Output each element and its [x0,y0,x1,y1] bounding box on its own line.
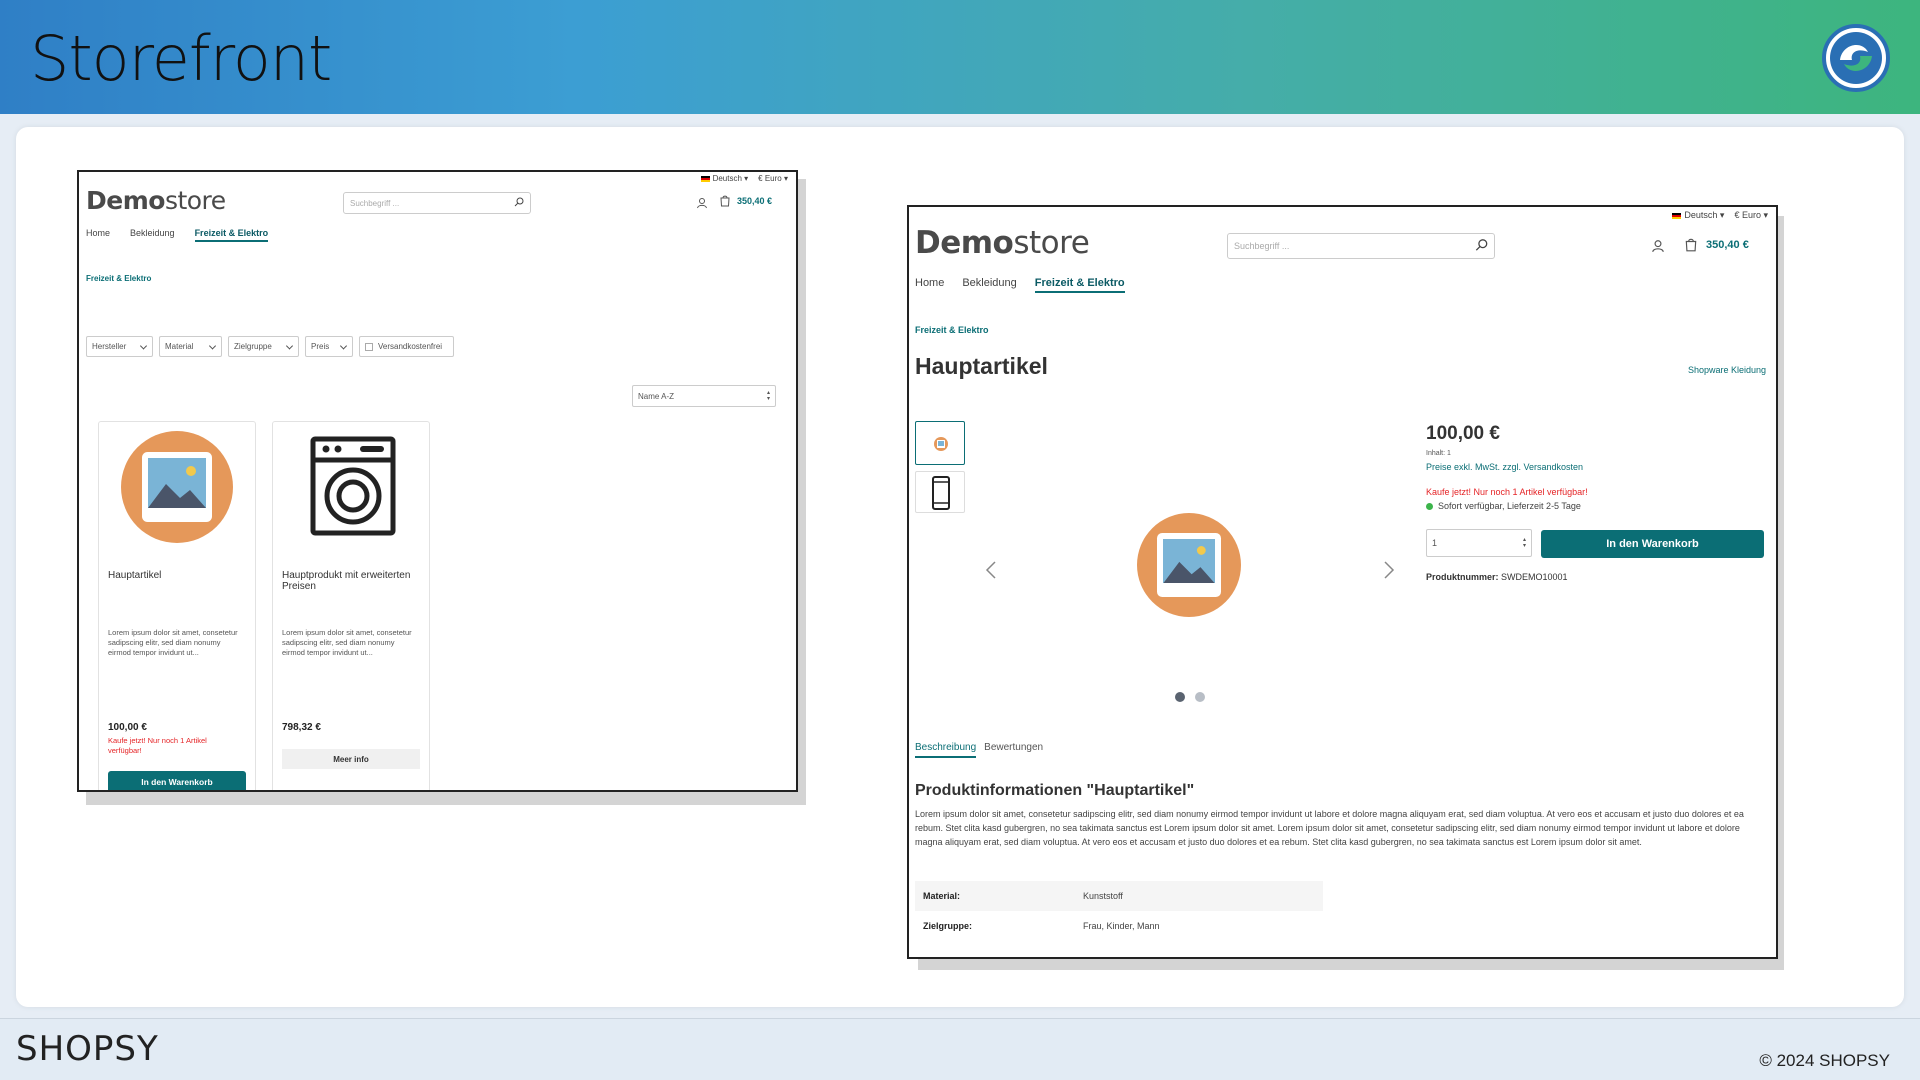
filter-zielgruppe[interactable]: Zielgruppe [228,336,299,357]
detail-screenshot: Deutsch ▾ € Euro ▾ Demostore Suchbegriff… [907,205,1778,959]
delivery-info: Sofort verfügbar, Lieferzeit 2-5 Tage [1426,501,1581,511]
main-nav: Home Bekleidung Freizeit & Elektro [915,277,1125,293]
store-logo[interactable]: Demostore [915,225,1090,261]
stock-warning: Kaufe jetzt! Nur noch 1 Artikel verfügba… [1426,487,1588,497]
search-input[interactable]: Suchbegriff ... [343,192,531,214]
filter-hersteller[interactable]: Hersteller [86,336,153,357]
currency-switcher[interactable]: € Euro ▾ [758,174,788,183]
detail-topbar: Deutsch ▾ € Euro ▾ [1672,210,1768,221]
thumbnail-1[interactable] [915,421,965,465]
add-to-cart-button[interactable]: In den Warenkorb [108,771,246,790]
checkbox[interactable] [365,342,373,351]
nav-home[interactable]: Home [915,277,944,293]
cart-button[interactable]: 350,40 € [1684,238,1749,252]
cart-icon [720,195,730,207]
product-card[interactable]: Hauptprodukt mit erweiterten Preisen Lor… [272,421,430,790]
tab-bewertungen[interactable]: Bewertungen [984,742,1043,758]
language-switcher[interactable]: Deutsch ▾ [1672,210,1724,221]
slide-title: Storefront [30,22,332,95]
currency-switcher[interactable]: € Euro ▾ [1734,210,1768,221]
content-amount: Inhalt: 1 [1426,450,1451,457]
nav-freizeit-elektro[interactable]: Freizeit & Elektro [1034,277,1125,293]
slide-footer: SHOPSY © 2024 SHOPSY [0,1018,1920,1080]
search-icon[interactable] [1475,239,1488,254]
chevron-down-icon [285,341,294,350]
product-price: 798,32 € [282,722,321,733]
product-title: Hauptartikel [915,353,1048,379]
listing-screenshot: Deutsch ▾ € Euro ▾ Demostore Suchbegriff… [77,170,798,792]
filter-versandkostenfrei[interactable]: Versandkostenfrei [359,336,454,357]
filter-preis[interactable]: Preis [305,336,353,357]
add-to-cart-button[interactable]: In den Warenkorb [1541,530,1764,558]
product-image-icon[interactable] [1137,513,1241,617]
chevron-down-icon [139,341,148,350]
product-name[interactable]: Hauptprodukt mit erweiterten Preisen [282,570,422,592]
detail-tabs: Beschreibung Bewertungen [915,742,1043,758]
gallery-dot-active[interactable] [1175,692,1185,702]
account-icon[interactable] [696,196,708,214]
property-row: Zielgruppe: Frau, Kinder, Mann [923,921,1160,931]
product-name[interactable]: Hauptartikel [108,570,161,581]
search-icon[interactable] [514,197,524,209]
german-flag-icon [700,175,710,182]
gallery-next-icon[interactable] [1383,561,1395,584]
stock-warning: Kaufe jetzt! Nur noch 1 Artikel verfügba… [108,736,207,755]
shopsy-logo-icon [1822,24,1890,92]
main-nav: Home Bekleidung Freizeit & Elektro [86,228,269,242]
placeholder-image-icon [934,437,948,451]
chevron-down-icon [339,341,348,350]
copyright: © 2024 SHOPSY [1759,1051,1890,1070]
filter-material[interactable]: Material [159,336,222,357]
product-card[interactable]: Hauptartikel Lorem ipsum dolor sit amet,… [98,421,256,790]
cart-button[interactable]: 350,40 € [719,195,772,207]
language-switcher[interactable]: Deutsch ▾ [700,174,748,183]
nav-bekleidung[interactable]: Bekleidung [130,228,175,242]
more-info-button[interactable]: Meer info [282,749,420,769]
sort-arrows-icon: ▴ ▾ [766,390,770,402]
quantity-select[interactable]: 1 ▴ ▾ [1426,529,1532,557]
properties-table: Material: Kunststoff Zielgruppe: Frau, K… [915,881,1323,941]
manufacturer-link[interactable]: Shopware Kleidung [1688,365,1766,375]
availability-dot-icon [1426,502,1433,510]
german-flag-icon [1672,212,1682,219]
gallery-prev-icon[interactable] [985,561,997,584]
property-row: Material: Kunststoff [915,881,1323,911]
search-input[interactable]: Suchbegriff ... [1227,233,1495,259]
placeholder-image-icon[interactable] [121,431,233,543]
listing-topbar: Deutsch ▾ € Euro ▾ [700,174,788,183]
sort-select[interactable]: Name A-Z ▴ ▾ [632,385,776,407]
store-logo[interactable]: Demostore [86,186,226,215]
slide-header: Storefront [0,0,1920,114]
phone-icon [932,476,950,510]
tab-beschreibung[interactable]: Beschreibung [915,742,977,758]
washing-machine-icon[interactable] [310,436,396,541]
nav-bekleidung[interactable]: Bekleidung [962,277,1016,293]
product-price: 100,00 € [108,722,147,733]
gallery-dot[interactable] [1195,692,1205,702]
quantity-arrows-icon: ▴ ▾ [1522,537,1526,549]
product-price: 100,00 € [1426,423,1500,444]
nav-freizeit-elektro[interactable]: Freizeit & Elektro [194,228,269,242]
product-description: Lorem ipsum dolor sit amet, consetetur s… [282,628,412,658]
chevron-down-icon [208,341,217,350]
footer-logo: SHOPSY [16,1029,159,1069]
info-heading: Produktinformationen "Hauptartikel" [915,782,1195,799]
product-description: Lorem ipsum dolor sit amet, consetetur s… [108,628,238,658]
thumbnail-2[interactable] [915,471,965,513]
nav-home[interactable]: Home [86,228,110,242]
cart-icon [1685,238,1697,252]
product-number: Produktnummer: SWDEMO10001 [1426,572,1568,582]
product-description: Lorem ipsum dolor sit amet, consetetur s… [915,809,1744,847]
account-icon[interactable] [1651,239,1665,258]
tax-note-link[interactable]: Preise exkl. MwSt. zzgl. Versandkosten [1426,462,1583,472]
breadcrumb[interactable]: Freizeit & Elektro [86,274,151,283]
breadcrumb[interactable]: Freizeit & Elektro [915,325,989,335]
